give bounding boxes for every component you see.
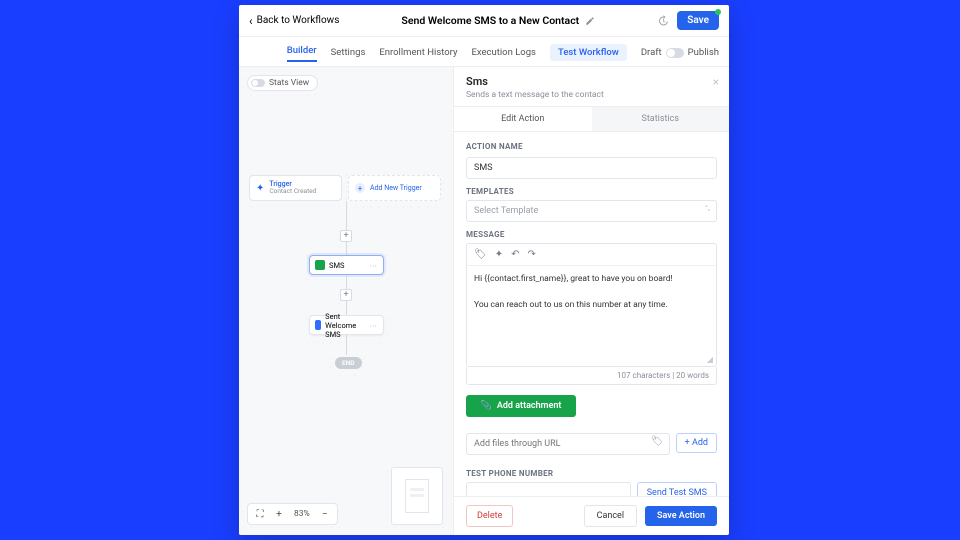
add-url-button[interactable]: + Add (676, 433, 717, 453)
connector-line (346, 201, 347, 255)
back-to-workflows-link[interactable]: ‹ Back to Workflows (249, 15, 339, 27)
nav-tabs: Builder Settings Enrollment History Exec… (239, 37, 729, 67)
zoom-out-button[interactable]: − (318, 507, 332, 521)
end-node: END (335, 357, 362, 369)
welcome-sms-node[interactable]: Sent Welcome SMS ⋯ (309, 315, 384, 335)
stats-view-label: Stats View (269, 78, 309, 88)
save-button[interactable]: Save (677, 11, 719, 30)
trigger-node[interactable]: ✦ Trigger Contact Created (249, 175, 342, 201)
url-row: 🏷 + Add (466, 431, 717, 455)
panel-header: Sms Sends a text message to the contact (454, 67, 729, 106)
more-icon[interactable]: ⋯ (370, 321, 379, 330)
paperclip-icon: 📎 (481, 401, 492, 411)
page-title-wrap: Send Welcome SMS to a New Contact (339, 14, 657, 27)
zoom-in-button[interactable]: + (272, 507, 286, 521)
action-panel: × Sms Sends a text message to the contac… (454, 67, 729, 535)
undo-icon[interactable]: ↶ (511, 249, 519, 260)
tab-enrollment-history[interactable]: Enrollment History (379, 45, 457, 60)
label-templates: TEMPLATES (466, 187, 717, 196)
label-message: MESSAGE (466, 230, 717, 239)
action-name-input[interactable] (466, 157, 717, 179)
person-plus-icon: ✦ (256, 183, 264, 194)
panel-footer: Delete Cancel Save Action (454, 496, 729, 535)
message-box: 🏷 ✦ ↶ ↷ (466, 243, 717, 367)
trigger-text: Trigger Contact Created (269, 181, 316, 196)
panel-title: Sms (466, 75, 717, 88)
tab-test-workflow[interactable]: Test Workflow (550, 44, 627, 61)
zoom-controls: ⛶ + 83% − (247, 503, 338, 525)
trigger-row: ✦ Trigger Contact Created + Add New Trig… (249, 175, 441, 201)
label-action-name: ACTION NAME (466, 142, 717, 151)
delete-button[interactable]: Delete (466, 505, 513, 527)
app-window: ‹ Back to Workflows Send Welcome SMS to … (239, 5, 729, 535)
workflow-title: Send Welcome SMS to a New Contact (401, 14, 579, 27)
toggle-icon (251, 79, 265, 87)
add-step-button[interactable]: + (340, 289, 352, 301)
workflow-canvas[interactable]: Stats View ✦ Trigger Contact Created + A… (239, 67, 454, 535)
add-attachment-button[interactable]: 📎 Add attachment (466, 395, 576, 417)
message-icon (315, 320, 321, 330)
header-bar: ‹ Back to Workflows Send Welcome SMS to … (239, 5, 729, 37)
zoom-level: 83% (291, 509, 313, 519)
sparkle-icon[interactable]: ✦ (495, 249, 503, 260)
draft-label: Draft (641, 47, 662, 58)
history-icon[interactable] (657, 15, 669, 27)
test-phone-input[interactable] (466, 482, 631, 496)
back-label: Back to Workflows (257, 15, 340, 26)
redo-icon[interactable]: ↷ (527, 249, 535, 260)
header-actions: Save (657, 11, 719, 30)
fit-screen-button[interactable]: ⛶ (253, 507, 267, 521)
sms-icon (315, 260, 325, 270)
file-url-input[interactable] (466, 433, 670, 455)
add-trigger-button[interactable]: + Add New Trigger (348, 175, 441, 201)
tab-edit-action[interactable]: Edit Action (454, 107, 592, 131)
publish-toggle[interactable] (666, 48, 684, 58)
tab-execution-logs[interactable]: Execution Logs (471, 45, 535, 60)
send-test-sms-button[interactable]: Send Test SMS (637, 482, 717, 496)
tab-settings[interactable]: Settings (331, 45, 366, 60)
tab-builder[interactable]: Builder (287, 43, 317, 62)
test-row: Send Test SMS (466, 482, 717, 496)
sms-action-node[interactable]: SMS ⋯ (309, 255, 384, 275)
more-icon[interactable]: ⋯ (370, 261, 379, 270)
sms-node-label: SMS (329, 261, 344, 270)
panel-body: ACTION NAME TEMPLATES Select Template ME… (454, 132, 729, 496)
tab-statistics[interactable]: Statistics (592, 107, 730, 131)
panel-subtitle: Sends a text message to the contact (466, 90, 717, 100)
template-select[interactable]: Select Template (466, 200, 717, 222)
panel-tabs: Edit Action Statistics (454, 106, 729, 132)
close-icon[interactable]: × (713, 75, 719, 89)
chevron-left-icon: ‹ (249, 15, 253, 27)
pencil-icon[interactable] (585, 16, 595, 26)
save-action-button[interactable]: Save Action (645, 506, 717, 526)
body: Stats View ✦ Trigger Contact Created + A… (239, 67, 729, 535)
connector-line (346, 335, 347, 355)
tag-icon[interactable]: 🏷 (474, 249, 487, 260)
cancel-button[interactable]: Cancel (584, 505, 637, 527)
plus-icon: + (355, 183, 365, 193)
tag-icon[interactable]: 🏷 (651, 436, 664, 447)
minimap[interactable] (391, 467, 443, 525)
label-test-phone: TEST PHONE NUMBER (466, 469, 717, 478)
publish-toggle-group: Draft Publish (641, 47, 719, 58)
char-counter: 107 characters | 20 words (466, 367, 717, 385)
stats-view-toggle[interactable]: Stats View (247, 75, 318, 91)
publish-label: Publish (688, 47, 719, 58)
message-toolbar: 🏷 ✦ ↶ ↷ (467, 244, 716, 266)
resize-handle[interactable] (467, 358, 716, 366)
message-textarea[interactable] (467, 266, 716, 354)
add-step-button[interactable]: + (340, 230, 352, 242)
